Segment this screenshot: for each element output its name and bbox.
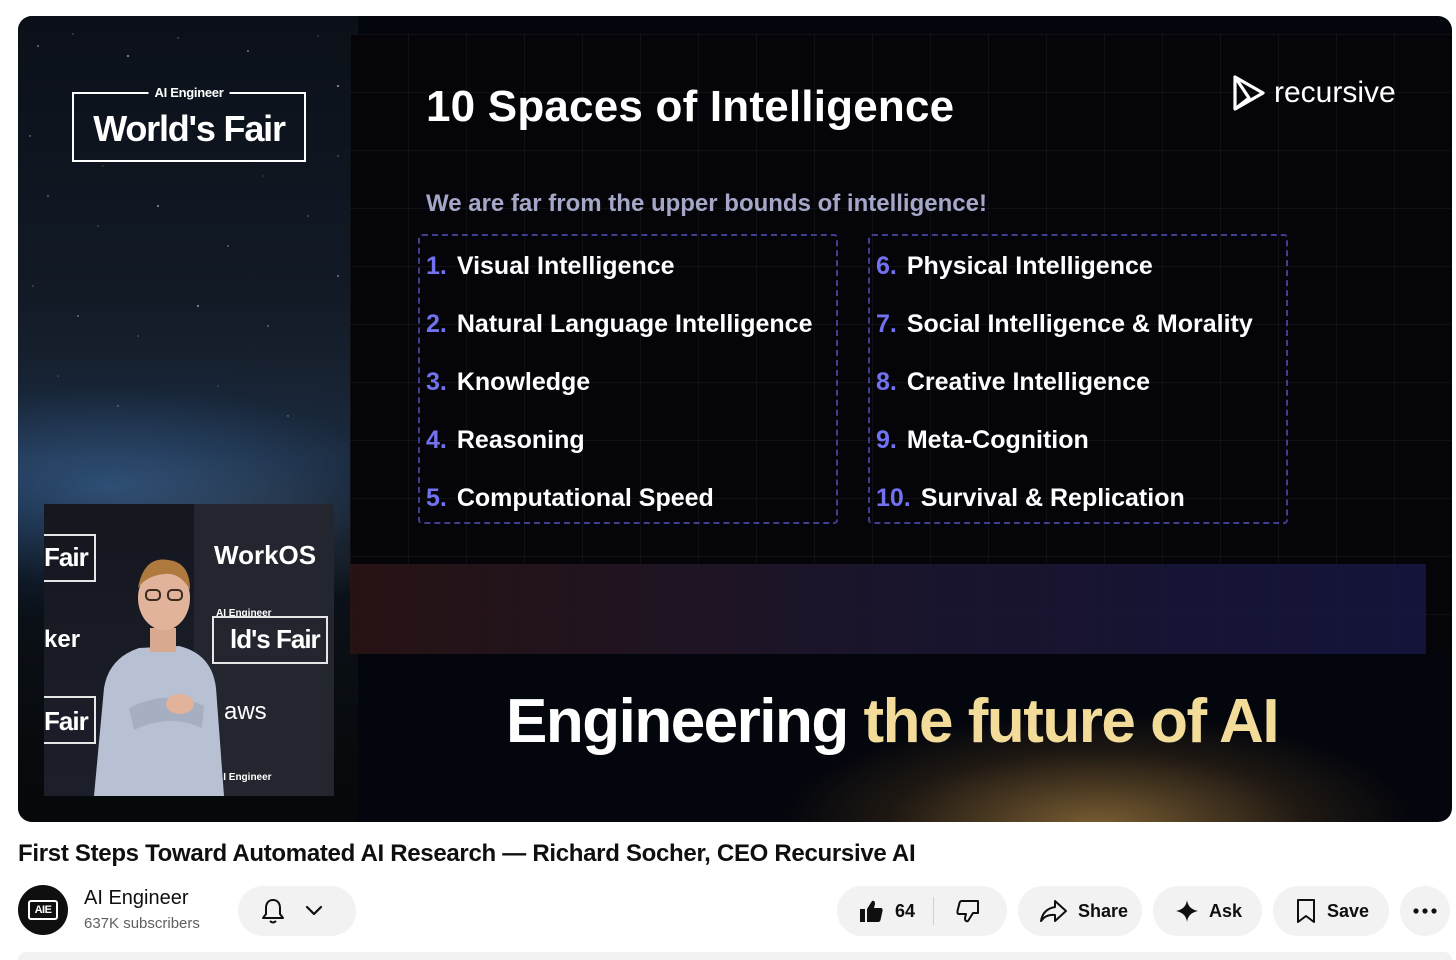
- channel-avatar[interactable]: AIE: [18, 885, 68, 935]
- video-title: First Steps Toward Automated AI Research…: [18, 840, 916, 867]
- signage-fair-1: Fair: [44, 542, 89, 572]
- description-panel-edge: [18, 952, 1452, 960]
- tagline-gold: the future of AI: [863, 687, 1280, 756]
- presentation-slide: 10 Spaces of Intelligence recursive We a…: [350, 34, 1452, 654]
- bell-icon: [262, 899, 284, 924]
- save-label: Save: [1327, 900, 1370, 921]
- signage-ker: ker: [44, 626, 81, 653]
- like-count: 64: [895, 900, 916, 921]
- slide-title: 10 Spaces of Intelligence: [426, 82, 955, 131]
- channel-name[interactable]: AI Engineer: [84, 887, 189, 910]
- tagline: Engineering the future of AI: [506, 686, 1280, 757]
- save-button[interactable]: Save: [1273, 886, 1389, 936]
- speaker-figure: [94, 559, 224, 796]
- list-item: 10. Survival & Replication: [876, 484, 1185, 512]
- slide-subtitle: We are far from the upper bounds of inte…: [426, 190, 987, 217]
- avatar-logo: AIE: [28, 900, 58, 920]
- intelligence-list-left: 1. Visual Intelligence 2. Natural Language…: [418, 234, 838, 524]
- share-button[interactable]: Share: [1018, 886, 1142, 936]
- recursive-logo-text: recursive: [1274, 76, 1396, 109]
- more-actions-button[interactable]: [1400, 886, 1450, 936]
- list-item: 5. Computational Speed: [426, 484, 714, 512]
- notification-button[interactable]: [238, 886, 356, 936]
- share-icon: [1040, 900, 1067, 922]
- thumbs-down-icon[interactable]: [954, 897, 982, 925]
- intelligence-list-right: 6. Physical Intelligence 7. Social Intelli…: [868, 234, 1288, 524]
- event-logo: AI Engineer World's Fair: [72, 85, 306, 162]
- ask-button[interactable]: Ask: [1153, 886, 1262, 936]
- share-label: Share: [1078, 900, 1129, 921]
- recursive-logo-icon: [1233, 75, 1265, 111]
- like-divider: [933, 897, 935, 925]
- event-logo-small: AI Engineer: [148, 85, 230, 100]
- signage-fair-2: Fair: [44, 706, 89, 736]
- event-logo-big: World's Fair: [93, 108, 286, 149]
- subscriber-count: 637K subscribers: [84, 915, 200, 932]
- video-player[interactable]: AI Engineer World's Fair 10 Spaces of In…: [18, 16, 1452, 822]
- bookmark-icon: [1297, 899, 1315, 923]
- list-item: 9. Meta-Cognition: [876, 426, 1089, 454]
- speaker-inset: Fair ker Fair WorkOS AI Engineer ld's Fa…: [44, 504, 334, 796]
- more-horizontal-icon: [1413, 908, 1437, 914]
- recursive-logo: recursive: [1232, 74, 1396, 112]
- chevron-down-icon: [305, 905, 323, 916]
- list-item: 3. Knowledge: [426, 368, 591, 396]
- list-item: 8. Creative Intelligence: [876, 368, 1151, 396]
- ask-label: Ask: [1209, 900, 1243, 921]
- sparkle-icon: [1176, 900, 1198, 922]
- list-item: 7. Social Intelligence & Morality: [876, 310, 1253, 338]
- list-item: 1. Visual Intelligence: [426, 252, 675, 280]
- like-dislike-group: 64: [837, 886, 1007, 936]
- list-item: 6. Physical Intelligence: [876, 252, 1153, 280]
- list-item: 2. Natural Language Intelligence: [426, 310, 813, 338]
- list-item: 4. Reasoning: [426, 426, 585, 454]
- slide-color-band: [350, 564, 1426, 654]
- tagline-white: Engineering: [506, 687, 849, 756]
- thumbs-up-icon[interactable]: [857, 897, 885, 925]
